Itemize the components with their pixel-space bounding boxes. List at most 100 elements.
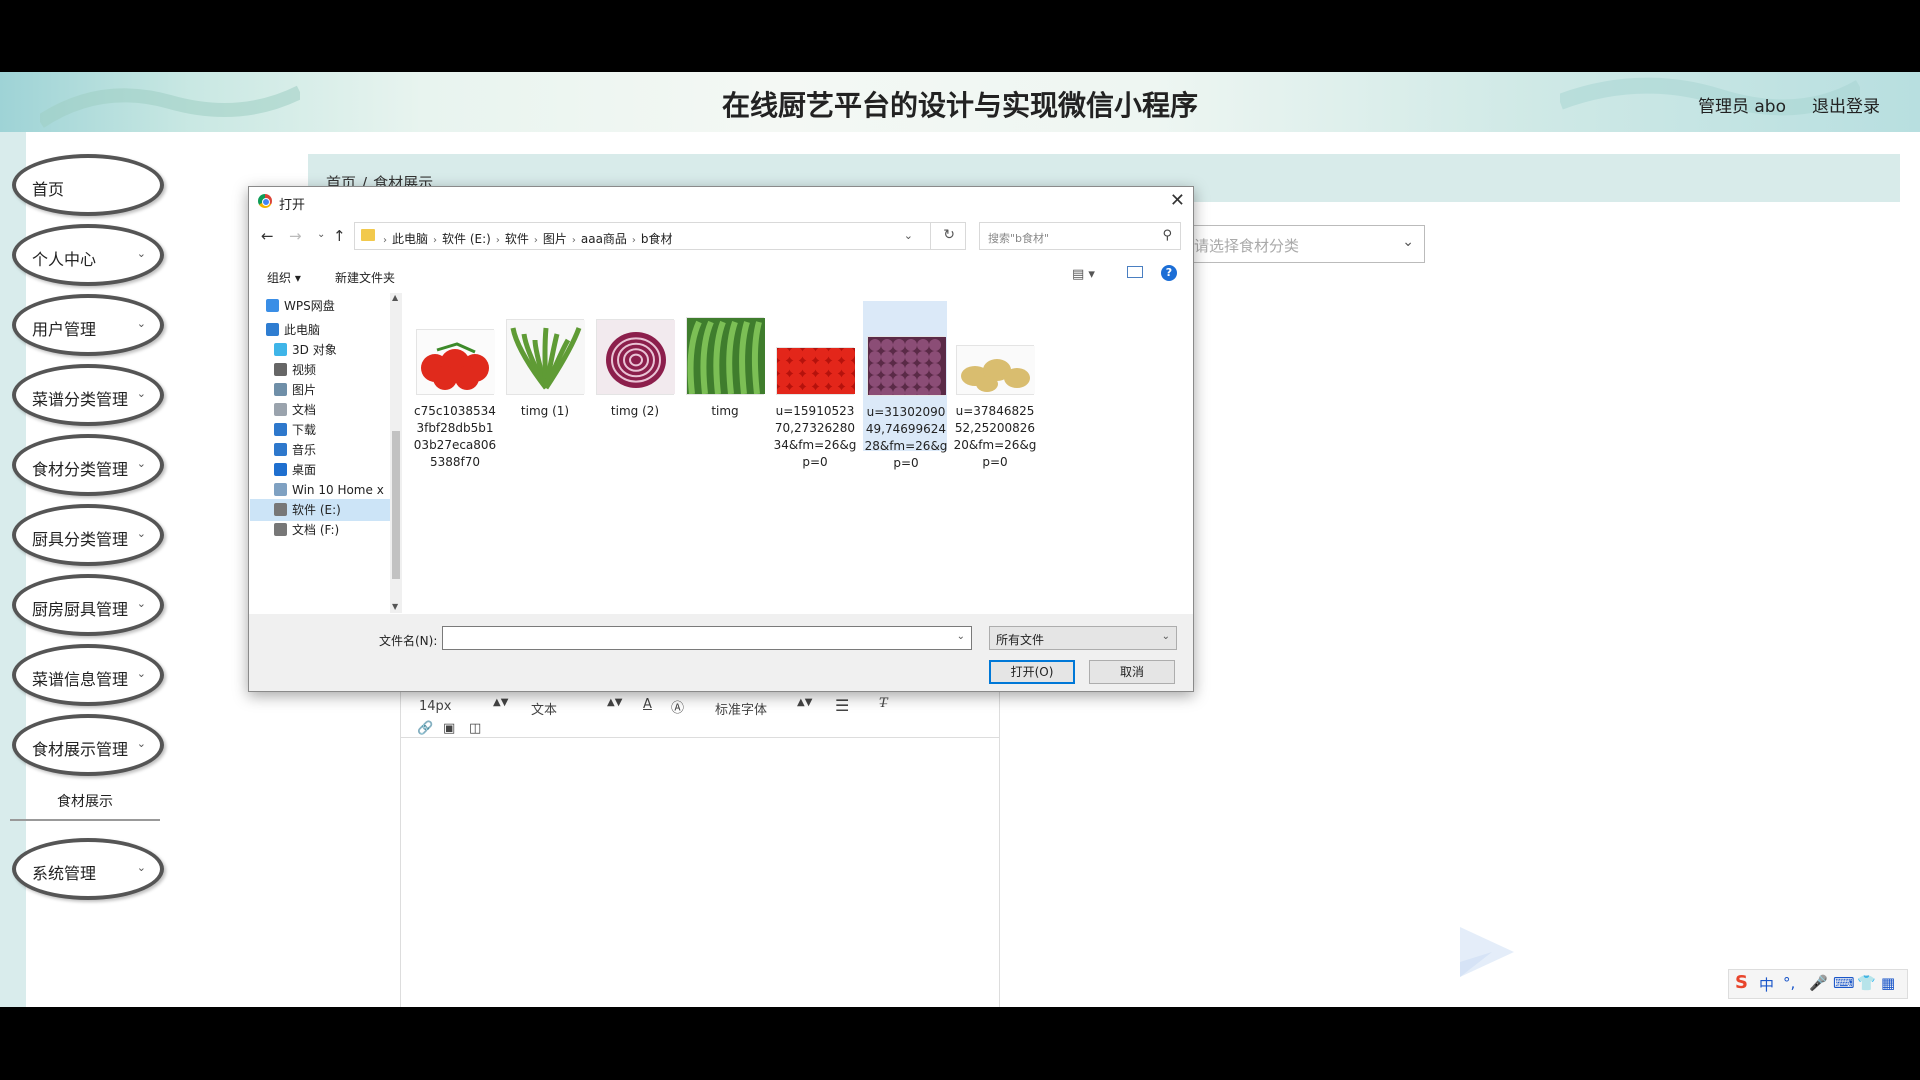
file-item[interactable]: u=3130209049,7469962428&fm=26&gp=0 — [863, 301, 947, 470]
nav-item-label: 桌面 — [292, 463, 317, 477]
nav-item-icon — [274, 403, 287, 416]
chevron-down-icon: ⌄ — [136, 597, 146, 610]
ime-punctuation[interactable]: °, — [1783, 974, 1795, 992]
image-icon[interactable]: ▣ — [443, 721, 455, 736]
close-icon[interactable]: ✕ — [1170, 190, 1185, 211]
sidebar-item-9[interactable]: 系统管理 ⌄ — [12, 838, 164, 900]
nav-item[interactable]: 音乐 — [250, 439, 390, 461]
chevron-down-icon: ⌄ — [136, 861, 146, 874]
food-category-select[interactable]: 请选择食材分类 ⌄ — [1185, 225, 1425, 263]
keyboard-icon[interactable]: ⌨ — [1833, 974, 1855, 992]
address-bar[interactable]: › 此电脑 › 软件 (E:) › 软件 › 图片 › aaa商品 › b食材 ⌄ ↻ — [354, 222, 966, 250]
logout-link[interactable]: 退出登录 — [1812, 92, 1880, 117]
nav-item-icon — [266, 323, 279, 336]
toolbox-icon[interactable]: ▦ — [1881, 974, 1895, 992]
sidebar-item-8[interactable]: 食材展示管理 ⌄ — [12, 714, 164, 776]
sidebar-item-0[interactable]: 首页 — [12, 154, 164, 216]
site-title: 在线厨艺平台的设计与实现微信小程序 — [721, 89, 1198, 122]
preview-pane-icon[interactable] — [1127, 266, 1143, 278]
ime-toolbar[interactable]: S 中 °, 🎤 ⌨ 👕 ▦ — [1728, 969, 1908, 999]
sogou-logo-icon: S — [1735, 972, 1748, 993]
ime-mode[interactable]: 中 — [1759, 974, 1774, 995]
sidebar-item-4[interactable]: 食材分类管理 ⌄ — [12, 434, 164, 496]
path-separator-icon[interactable]: › — [496, 235, 500, 246]
clear-format-icon[interactable]: T̶ — [879, 696, 888, 711]
file-item[interactable]: timg (1) — [503, 301, 587, 451]
recent-locations-chevron-icon[interactable]: ⌄ — [317, 229, 325, 240]
nav-item[interactable]: 文档 (F:) — [250, 519, 390, 541]
path-separator-icon[interactable]: › — [433, 235, 437, 246]
skin-icon[interactable]: 👕 — [1857, 974, 1876, 992]
align-icon[interactable]: ☰ — [835, 696, 849, 715]
path-segment[interactable]: 软件 — [505, 232, 529, 246]
font-family-select[interactable]: 标准字体 — [715, 699, 767, 718]
filetype-select[interactable]: 所有文件 ⌄ — [989, 626, 1177, 650]
sidebar-item-6[interactable]: 厨房厨具管理 ⌄ — [12, 574, 164, 636]
block-type-select[interactable]: 文本 — [531, 699, 557, 718]
file-item[interactable]: u=1591052370,2732628034&fm=26&gp=0 — [773, 301, 857, 469]
nav-item-icon — [274, 483, 287, 496]
folder-search-input[interactable]: 搜索"b食材" ⚲ — [979, 222, 1181, 250]
scroll-down-icon[interactable]: ▼ — [392, 602, 398, 611]
navigation-scrollbar[interactable]: ▲ ▼ — [390, 293, 402, 613]
nav-item[interactable]: Win 10 Home x — [250, 479, 390, 501]
sidebar-item-2[interactable]: 用户管理 ⌄ — [12, 294, 164, 356]
path-separator-icon[interactable]: › — [632, 235, 636, 246]
up-arrow-icon[interactable]: ↑ — [333, 227, 346, 245]
path-segment[interactable]: aaa商品 — [581, 232, 627, 246]
nav-item[interactable]: 下载 — [250, 419, 390, 441]
cancel-button[interactable]: 取消 — [1089, 660, 1175, 684]
sidebar-item-7[interactable]: 菜谱信息管理 ⌄ — [12, 644, 164, 706]
nav-item[interactable]: 图片 — [250, 379, 390, 401]
path-separator-icon[interactable]: › — [534, 235, 538, 246]
font-color-icon[interactable]: A — [643, 697, 652, 712]
scroll-up-icon[interactable]: ▲ — [392, 293, 398, 302]
block-type-arrows-icon: ▲▼ — [607, 697, 623, 708]
chevron-down-icon: ⌄ — [136, 527, 146, 540]
refresh-icon[interactable]: ↻ — [943, 227, 955, 243]
nav-item[interactable]: 文档 — [250, 399, 390, 421]
nav-item[interactable]: 软件 (E:) — [250, 499, 390, 521]
nav-item-icon — [274, 343, 287, 356]
nav-item[interactable]: 此电脑 — [250, 319, 390, 341]
nav-item[interactable]: 3D 对象 — [250, 339, 390, 361]
font-size-select[interactable]: 14px — [419, 699, 452, 714]
file-item[interactable]: timg — [683, 301, 767, 451]
file-thumbnail — [776, 347, 855, 400]
sidebar-item-3[interactable]: 菜谱分类管理 ⌄ — [12, 364, 164, 426]
address-history-chevron-icon[interactable]: ⌄ — [904, 229, 913, 242]
nav-item[interactable]: WPS网盘 — [250, 295, 390, 317]
nav-item[interactable]: 桌面 — [250, 459, 390, 481]
nav-item-label: 3D 对象 — [292, 343, 337, 357]
organize-button[interactable]: 组织 ▾ — [267, 269, 301, 286]
file-thumbnail — [956, 345, 1035, 395]
path-segment[interactable]: b食材 — [641, 232, 673, 246]
chevron-down-icon: ⌄ — [136, 317, 146, 330]
sidebar-item-label: 个人中心 — [32, 250, 97, 269]
path-separator-icon[interactable]: › — [383, 235, 387, 246]
background-color-icon[interactable]: Ⓐ — [671, 697, 684, 716]
microphone-icon[interactable]: 🎤 — [1809, 974, 1828, 992]
path-segment[interactable]: 图片 — [543, 232, 567, 246]
filename-input[interactable]: ⌄ — [442, 626, 972, 650]
path-segment[interactable]: 软件 (E:) — [442, 232, 491, 246]
path-separator-icon[interactable]: › — [572, 235, 576, 246]
sidebar-item-5[interactable]: 厨具分类管理 ⌄ — [12, 504, 164, 566]
file-item[interactable]: u=3784682552,2520082620&fm=26&gp=0 — [953, 301, 1037, 469]
sidebar-subitem-food-display[interactable]: 食材展示 — [10, 787, 160, 821]
back-arrow-icon[interactable]: ← — [261, 227, 274, 245]
new-folder-button[interactable]: 新建文件夹 — [335, 269, 395, 286]
link-icon[interactable]: 🔗 — [417, 721, 433, 736]
video-icon[interactable]: ◫ — [469, 721, 481, 736]
view-options-icon[interactable]: ▤ ▾ — [1072, 267, 1095, 282]
open-button[interactable]: 打开(O) — [989, 660, 1075, 684]
nav-item[interactable]: 视频 — [250, 359, 390, 381]
sidebar-item-1[interactable]: 个人中心 ⌄ — [12, 224, 164, 286]
file-item[interactable]: timg (2) — [593, 301, 677, 451]
forward-arrow-icon[interactable]: → — [289, 227, 302, 245]
file-item[interactable]: c75c10385343fbf28db5b103b27eca8065388f70 — [413, 301, 497, 469]
scrollbar-thumb[interactable] — [392, 431, 400, 579]
rich-text-editor[interactable]: 14px ▲▼ 文本 ▲▼ A Ⓐ 标准字体 ▲▼ ☰ T̶ 🔗 ▣ ◫ — [400, 682, 1000, 1007]
path-segment[interactable]: 此电脑 — [392, 232, 428, 246]
help-icon[interactable]: ? — [1161, 265, 1177, 281]
